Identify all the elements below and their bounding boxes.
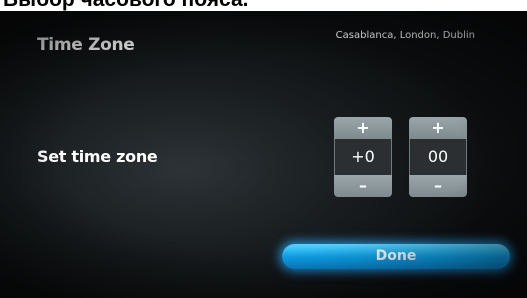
set-time-zone-label: Set time zone [37,147,158,166]
hours-decrement-button[interactable]: – [334,175,392,197]
screen-title: Time Zone [37,35,135,55]
page-caption: Выбор часового пояса. [3,0,248,11]
minutes-offset-value: 00 [409,139,467,175]
time-zone-screen: Time Zone Casablanca, London, Dublin Set… [0,11,527,298]
hours-increment-button[interactable]: + [334,117,392,139]
minutes-increment-button[interactable]: + [409,117,467,139]
hours-offset-spinner: + +0 – [334,117,392,197]
selected-zone-name: Casablanca, London, Dublin [335,30,475,41]
done-button[interactable]: Done [282,244,510,269]
minutes-offset-spinner: + 00 – [409,117,467,197]
minutes-decrement-button[interactable]: – [409,175,467,197]
hours-offset-value: +0 [334,139,392,175]
